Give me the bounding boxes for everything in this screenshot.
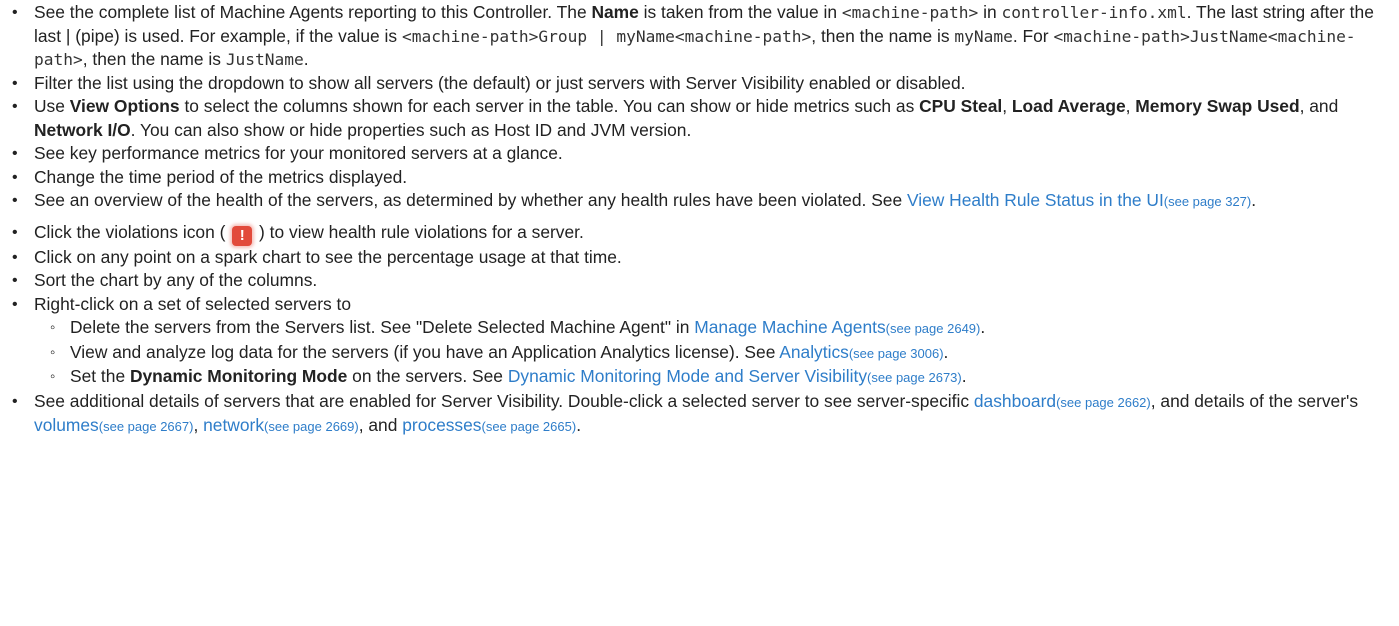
text: on the servers. See (347, 366, 508, 386)
code-controller-info: controller-info.xml (1001, 3, 1187, 22)
link-text: network (203, 415, 265, 435)
page-ref: (see page 3006) (848, 345, 944, 361)
text: . (980, 317, 986, 337)
text: Click the violations icon ( (34, 221, 231, 242)
text: Right-click on a set of selected servers… (34, 293, 352, 314)
page-ref: (see page 2665) (481, 419, 577, 434)
link-text: Analytics (779, 341, 849, 362)
bold-term-name: Name (591, 2, 639, 22)
list-item-spark-chart: Click on any point on a spark chart to s… (6, 246, 1393, 270)
text: . (943, 341, 949, 362)
text: Click on any point on a spark chart to s… (34, 246, 622, 267)
bold-term-load-average: Load Average (1011, 96, 1126, 116)
list-item-time-period: Change the time period of the metrics di… (6, 166, 1393, 190)
sub-item-analytics: View and analyze log data for the server… (34, 341, 1393, 366)
text: See the complete list of Machine Agents … (34, 2, 592, 22)
link-volumes[interactable]: volumes(see page 2667) (34, 415, 193, 435)
list-item-filter: Filter the list using the dropdown to sh… (6, 72, 1393, 96)
text: See additional details of servers that a… (34, 390, 974, 411)
bullet-list: See the complete list of Machine Agents … (6, 1, 1393, 439)
page-ref: (see page 2649) (885, 321, 981, 336)
text: Sort the chart by any of the columns. (34, 270, 318, 290)
bold-term-cpu-steal: CPU Steal (919, 96, 1003, 116)
text: . You can also show or hide properties s… (130, 119, 692, 140)
bold-term-view-options: View Options (69, 96, 180, 116)
code-example-group: <machine-path>Group | myName<machine-pat… (401, 26, 812, 46)
text: , and details of the server's (1150, 390, 1359, 411)
code-justname: JustName (225, 50, 304, 69)
link-text: Dynamic Monitoring Mode and Server Visib… (507, 366, 868, 386)
exclamation-icon: ! (232, 225, 253, 246)
text: , (193, 415, 204, 435)
text: to select the columns shown for each ser… (179, 96, 920, 116)
bold-term-network-io: Network I/O (34, 119, 131, 140)
code-machine-path: <machine-path> (841, 3, 979, 22)
link-view-health-rule-status[interactable]: View Health Rule Status in the UI(see pa… (907, 190, 1251, 210)
page-ref: (see page 2673) (867, 370, 962, 385)
list-item-machine-agents: See the complete list of Machine Agents … (6, 1, 1393, 72)
sub-item-dynamic-monitoring: Set the Dynamic Monitoring Mode on the s… (34, 365, 1393, 390)
text: , (1125, 96, 1136, 116)
text: is taken from the value in (638, 2, 842, 22)
link-text: processes (402, 415, 482, 435)
link-text: Manage Machine Agents (694, 317, 886, 337)
list-item-sort: Sort the chart by any of the columns. (6, 269, 1393, 293)
document-body: See the complete list of Machine Agents … (0, 0, 1399, 439)
link-processes[interactable]: processes(see page 2665) (402, 415, 576, 435)
text: Filter the list using the dropdown to sh… (34, 72, 966, 93)
text: , (1002, 96, 1012, 116)
text: , then the name is (82, 49, 226, 69)
list-item-view-options: Use View Options to select the columns s… (6, 95, 1393, 142)
list-item-violations-icon: Click the violations icon ( ! ) to view … (6, 221, 1393, 246)
sub-list: Delete the servers from the Servers list… (34, 316, 1393, 390)
text: Delete the servers from the Servers list… (70, 317, 695, 337)
link-dashboard[interactable]: dashboard(see page 2662) (974, 391, 1151, 411)
text: . (303, 49, 309, 69)
bold-term-dynamic-monitoring-mode: Dynamic Monitoring Mode (129, 366, 348, 386)
bold-term-memory-swap: Memory Swap Used (1135, 96, 1300, 116)
text: . (576, 415, 582, 435)
list-item-key-metrics: See key performance metrics for your mon… (6, 142, 1393, 166)
page-ref: (see page 2669) (264, 419, 359, 434)
text: Set the (70, 366, 130, 386)
link-text: View Health Rule Status in the UI (906, 190, 1164, 210)
text: ) to view health rule violations for a s… (254, 221, 584, 242)
text: , and (358, 415, 403, 435)
text: See key performance metrics for your mon… (34, 143, 563, 163)
text: View and analyze log data for the server… (70, 341, 780, 362)
text: . For (1012, 25, 1054, 46)
link-text: volumes (34, 415, 99, 435)
link-dynamic-monitoring-mode[interactable]: Dynamic Monitoring Mode and Server Visib… (508, 366, 962, 386)
text: , and (1299, 96, 1339, 116)
text: Use (34, 96, 70, 116)
link-text: dashboard (973, 390, 1057, 411)
text: . (1251, 190, 1257, 210)
page-ref: (see page 327) (1163, 194, 1252, 209)
code-myname: myName (954, 26, 1013, 46)
link-network[interactable]: network(see page 2669) (203, 415, 359, 435)
sub-item-delete: Delete the servers from the Servers list… (34, 316, 1393, 341)
page-ref: (see page 2662) (1056, 394, 1151, 410)
link-manage-machine-agents[interactable]: Manage Machine Agents(see page 2649) (694, 317, 980, 337)
list-item-server-details: See additional details of servers that a… (6, 390, 1393, 439)
text: Change the time period of the metrics di… (34, 166, 408, 187)
text: in (978, 2, 1002, 22)
list-item-right-click: Right-click on a set of selected servers… (6, 293, 1393, 390)
text: . (961, 366, 967, 386)
link-analytics[interactable]: Analytics(see page 3006) (779, 342, 943, 362)
text: , then the name is (811, 25, 955, 46)
list-item-health-overview: See an overview of the health of the ser… (6, 189, 1393, 214)
page-ref: (see page 2667) (98, 419, 194, 434)
text: See an overview of the health of the ser… (34, 190, 907, 210)
